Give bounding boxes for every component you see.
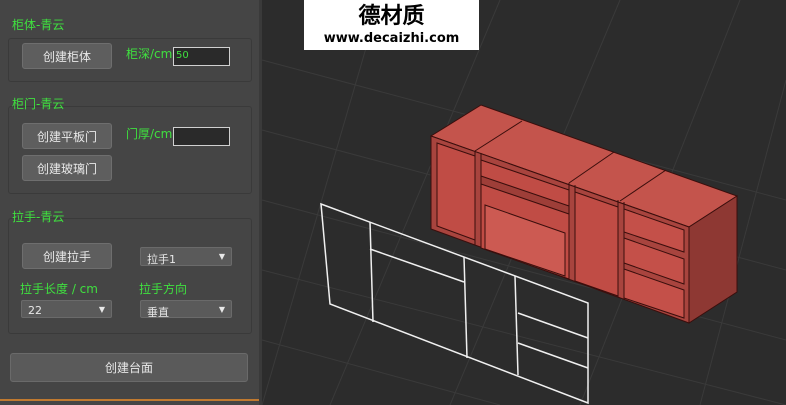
watermark-logo: 德材质 www.decaizhi.com	[304, 0, 479, 50]
watermark-url: www.decaizhi.com	[323, 31, 460, 46]
viewport-scene	[261, 0, 786, 405]
watermark-title: 德材质	[358, 3, 425, 29]
cabinet-model	[429, 104, 739, 324]
